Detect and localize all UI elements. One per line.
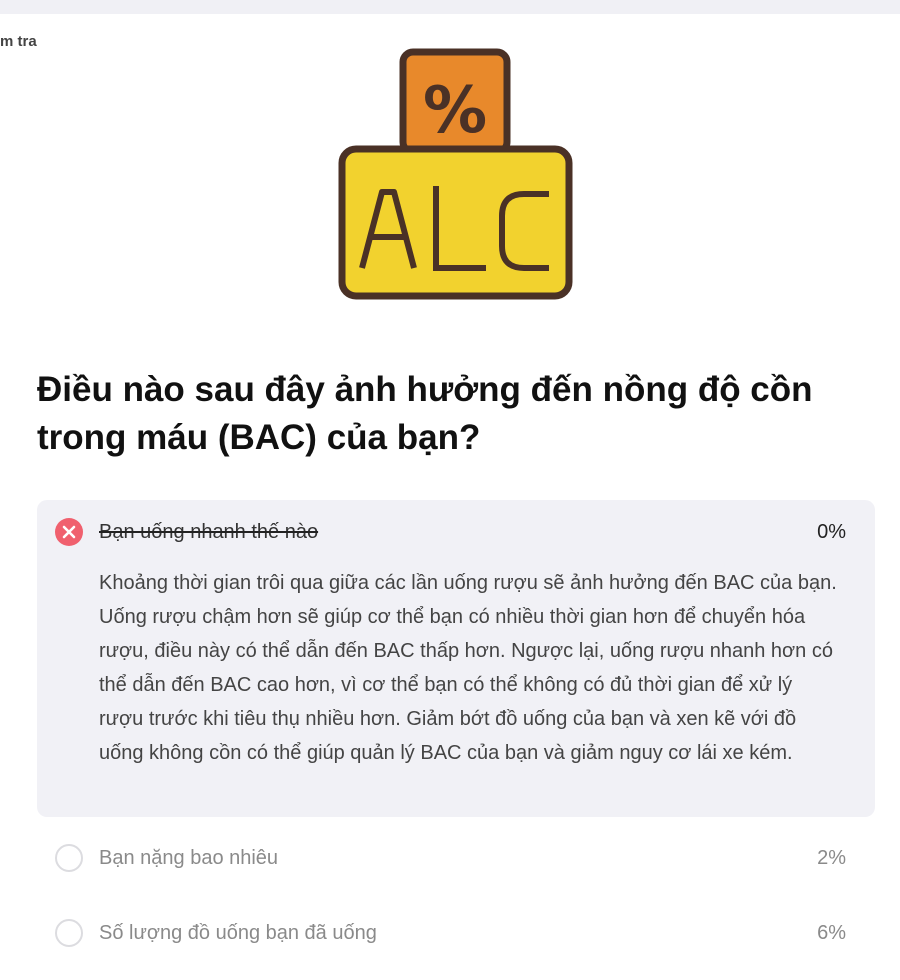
option-number-of-drinks[interactable]: Số lượng đồ uống bạn đã uống 6%: [0, 913, 875, 953]
question-title: Điều nào sau đây ảnh hưởng đến nồng độ c…: [37, 370, 813, 457]
option-how-fast[interactable]: Bạn uống nhanh thế nào 0%: [0, 512, 875, 552]
option-percent: 0%: [817, 521, 846, 543]
option-percent: 6%: [817, 922, 846, 944]
radio-circle-icon: [55, 919, 83, 947]
option-how-much-you-weigh[interactable]: Bạn nặng bao nhiêu 2%: [0, 838, 875, 878]
x-circle-icon: [55, 518, 83, 546]
option-label: Bạn nặng bao nhiêu: [99, 847, 279, 869]
percent-glyph: %: [423, 74, 487, 148]
answer-explanation: Khoảng thời gian trôi qua giữa các lần u…: [99, 572, 837, 764]
option-label: Bạn uống nhanh thế nào: [99, 521, 319, 543]
alc-percent-icon: %: [338, 48, 573, 300]
top-strip: [0, 0, 900, 14]
radio-circle-icon: [55, 844, 83, 872]
option-percent: 2%: [817, 847, 846, 869]
breadcrumb[interactable]: m tra: [0, 33, 37, 50]
option-label: Số lượng đồ uống bạn đã uống: [99, 922, 377, 944]
